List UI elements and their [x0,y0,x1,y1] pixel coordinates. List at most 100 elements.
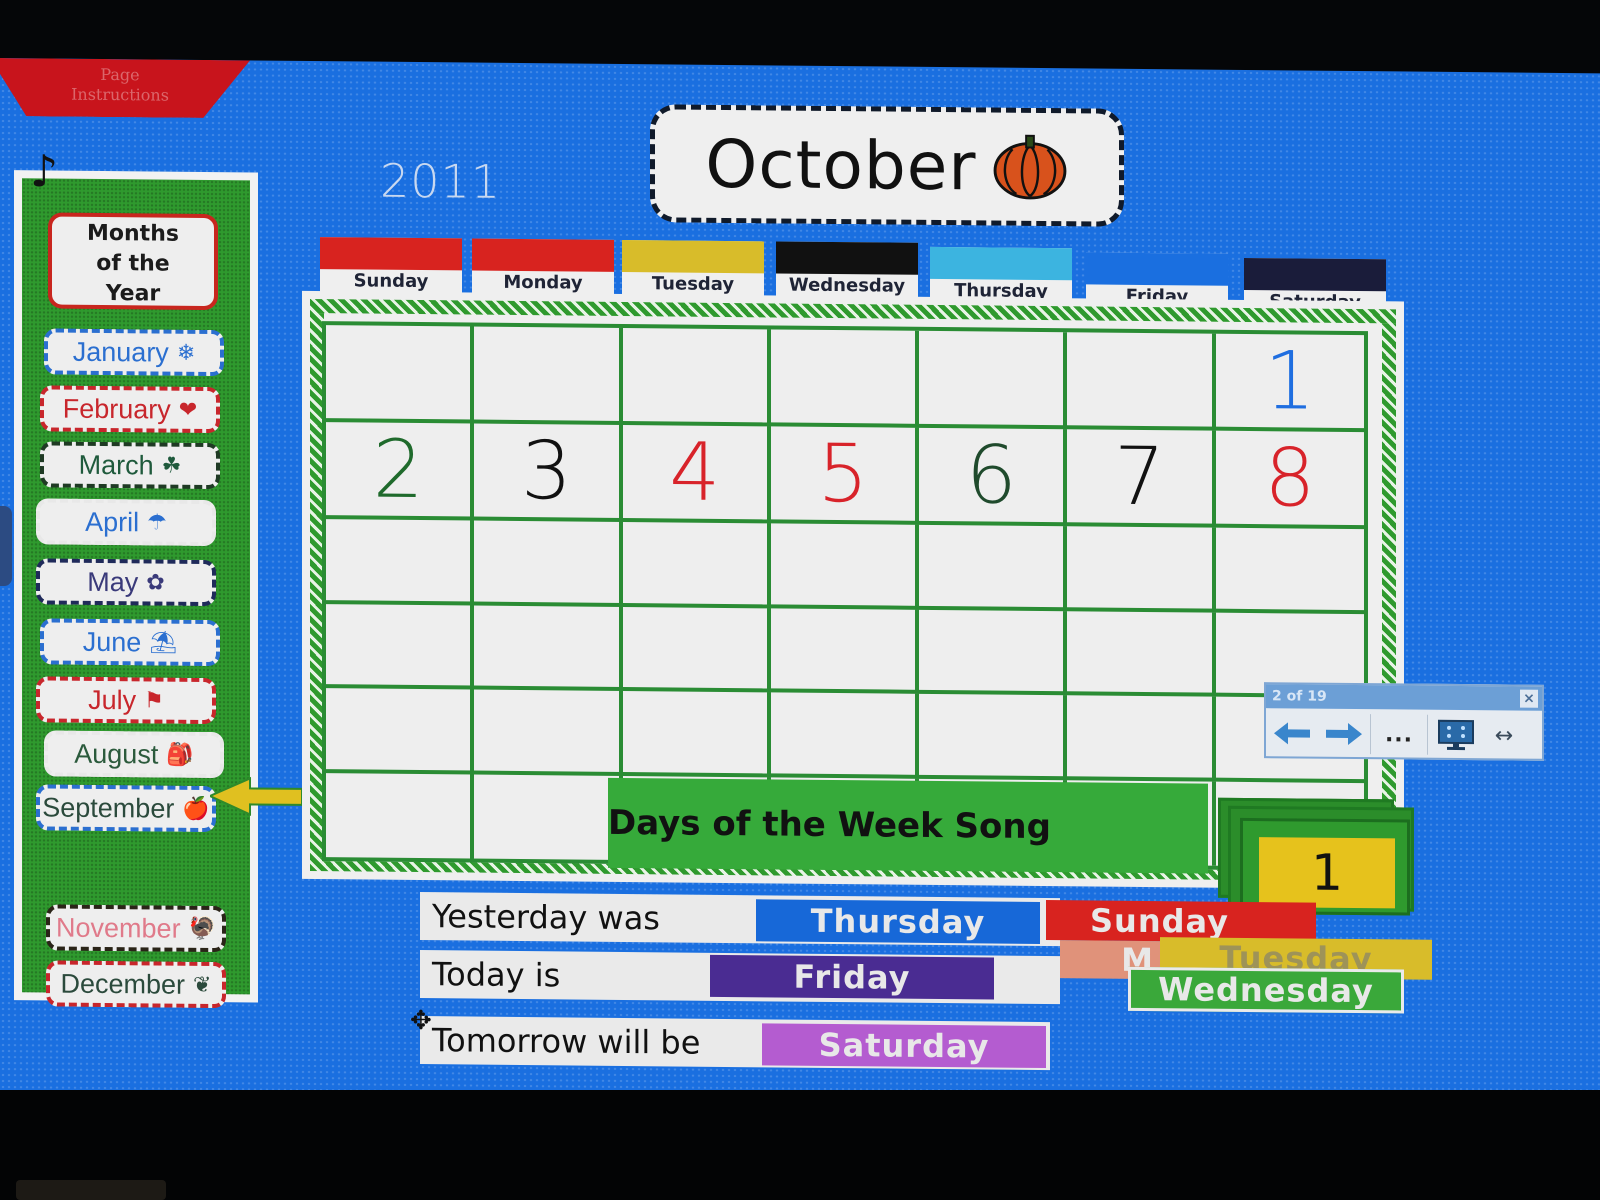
calendar-cell-empty[interactable] [1067,695,1216,782]
calendar-day-8[interactable]: 8 [1215,430,1364,530]
weekday-color-bar [1244,257,1386,292]
apple-icon: 🍎 [182,795,210,822]
month-item-february[interactable]: February ❤ [40,385,220,434]
month-label: June [82,626,142,657]
month-item-july[interactable]: July ⚑ [36,676,216,725]
day-counter-value: 1 [1259,837,1395,909]
calendar-cell-empty[interactable] [1067,332,1216,431]
calendar-cell-empty[interactable] [770,607,920,694]
next-page-button[interactable] [1318,712,1370,756]
calendar-day-1[interactable]: 1 [1215,333,1364,433]
pumpkin-icon [993,134,1066,200]
month-label: December [60,968,186,1000]
tomorrow-day-card[interactable]: Saturday [762,1023,1046,1069]
calendar-day-5[interactable]: 5 [770,426,920,525]
current-month-title[interactable]: October [650,104,1124,227]
page-indicator: 2 of 19 [1272,688,1327,705]
selected-month-arrow-icon [210,776,303,816]
calendar-cell-empty[interactable] [919,524,1068,611]
calendar-day-7[interactable]: 7 [1067,429,1216,528]
month-label: May [87,566,139,597]
smartboard-screen: Page Instructions Months of the Year Jan… [0,58,1600,1120]
month-item-june[interactable]: June ⛱ [40,618,220,667]
calendar-cell-empty[interactable] [770,523,920,610]
month-label: November [56,912,181,944]
holly-icon: ❦ [193,971,212,998]
close-icon[interactable]: × [1520,689,1538,708]
resize-toolbar-button[interactable]: ↔ [1484,713,1524,757]
weekday-header-wednesday[interactable]: Wednesday [776,241,918,299]
calendar-cell-empty[interactable] [326,688,475,775]
move-cursor-icon: ✥ [410,1005,432,1037]
month-item-september[interactable]: September 🍎 [36,784,216,833]
months-heading-line: Year [105,281,161,307]
calendar-day-6[interactable]: 6 [919,427,1068,527]
calendar-cell-empty[interactable] [326,603,475,690]
yesterday-day-card[interactable]: Thursday [756,899,1040,944]
calendar-cell-empty[interactable] [770,692,920,779]
page-instructions-line1: Page [100,64,140,85]
weekday-header-thursday[interactable]: Thursday [930,246,1072,305]
days-of-week-song-button[interactable]: Days of the Week Song [608,777,1208,874]
fullscreen-button[interactable] [1428,713,1484,758]
calendar-day-3[interactable]: 3 [474,423,623,522]
calendar-cell-empty[interactable] [474,520,623,607]
calendar-cell-empty[interactable] [326,325,475,424]
calendar-cell-empty[interactable] [919,609,1068,696]
heart-icon: ❤ [178,396,198,422]
month-item-november[interactable]: November 🦃 [46,904,226,953]
bezel-reflection [16,1180,166,1200]
calendar-cell-empty[interactable] [474,689,623,776]
weekday-header-monday[interactable]: Monday [472,238,614,296]
page-instructions-tab[interactable]: Page Instructions [0,58,250,118]
side-panel-handle[interactable] [0,506,12,587]
calendar-cell-empty[interactable] [474,774,623,860]
calendar-cell-empty[interactable] [622,690,771,777]
month-item-march[interactable]: March ☘ [40,441,220,490]
calendar-cell-empty[interactable] [622,521,771,608]
calendar-day-2[interactable]: 2 [326,422,475,521]
calendar-cell-empty[interactable] [622,327,771,427]
flower-icon: ✿ [146,569,165,595]
calendar-cell-empty[interactable] [474,326,623,425]
calendar-cell-empty[interactable] [919,330,1068,430]
beach-pail-icon: ⛱ [149,629,178,655]
month-label: July [88,684,137,715]
month-label: August [74,738,159,770]
monitor-bezel [0,1090,1600,1200]
weekday-color-bar [320,237,462,271]
month-item-january[interactable]: January ❄ [44,328,224,377]
months-heading-line: Months [87,220,179,247]
calendar-cell-empty[interactable] [326,519,475,606]
calendar-cell-empty[interactable] [919,693,1068,780]
month-item-may[interactable]: May ✿ [36,558,216,607]
months-of-year-heading: Months of the Year [48,212,218,311]
month-item-april[interactable]: April ☂ [36,498,216,547]
months-panel-background: Months of the Year January ❄ February ❤ Marc… [22,178,250,1009]
calendar-day-4[interactable]: 4 [622,424,771,524]
calendar-cell-empty[interactable] [770,329,920,428]
previous-page-button[interactable] [1266,711,1318,755]
umbrella-icon: ☂ [147,509,167,535]
calendar-cell-empty[interactable] [1067,526,1216,613]
navigator-titlebar[interactable]: 2 of 19 × [1266,684,1542,711]
month-label: March [78,449,154,480]
more-options-button[interactable]: ... [1371,712,1427,757]
calendar-cell-empty[interactable] [622,606,771,693]
weekday-header-tuesday[interactable]: Tuesday [622,239,764,298]
today-day-card[interactable]: Friday [710,954,994,1000]
calendar-cell-empty[interactable] [1067,610,1216,697]
calendar-cell-empty[interactable] [326,772,475,859]
calendar-cell-empty[interactable] [474,605,623,691]
loose-day-card-wednesday[interactable]: Wednesday [1128,966,1404,1014]
calendar-cell-empty[interactable] [1215,527,1364,614]
music-note-icon[interactable]: ♪ [30,146,58,197]
month-item-august[interactable]: August 🎒 [44,730,224,779]
month-label: February [62,393,171,425]
today-label: Today is [432,955,561,995]
loose-day-card-sunday[interactable]: Sunday [1046,900,1316,943]
backpack-icon: 🎒 [166,741,194,767]
month-item-december[interactable]: December ❦ [46,960,226,1009]
arrow-right-icon [1326,722,1362,745]
weekday-header-sunday[interactable]: Sunday [320,237,462,295]
